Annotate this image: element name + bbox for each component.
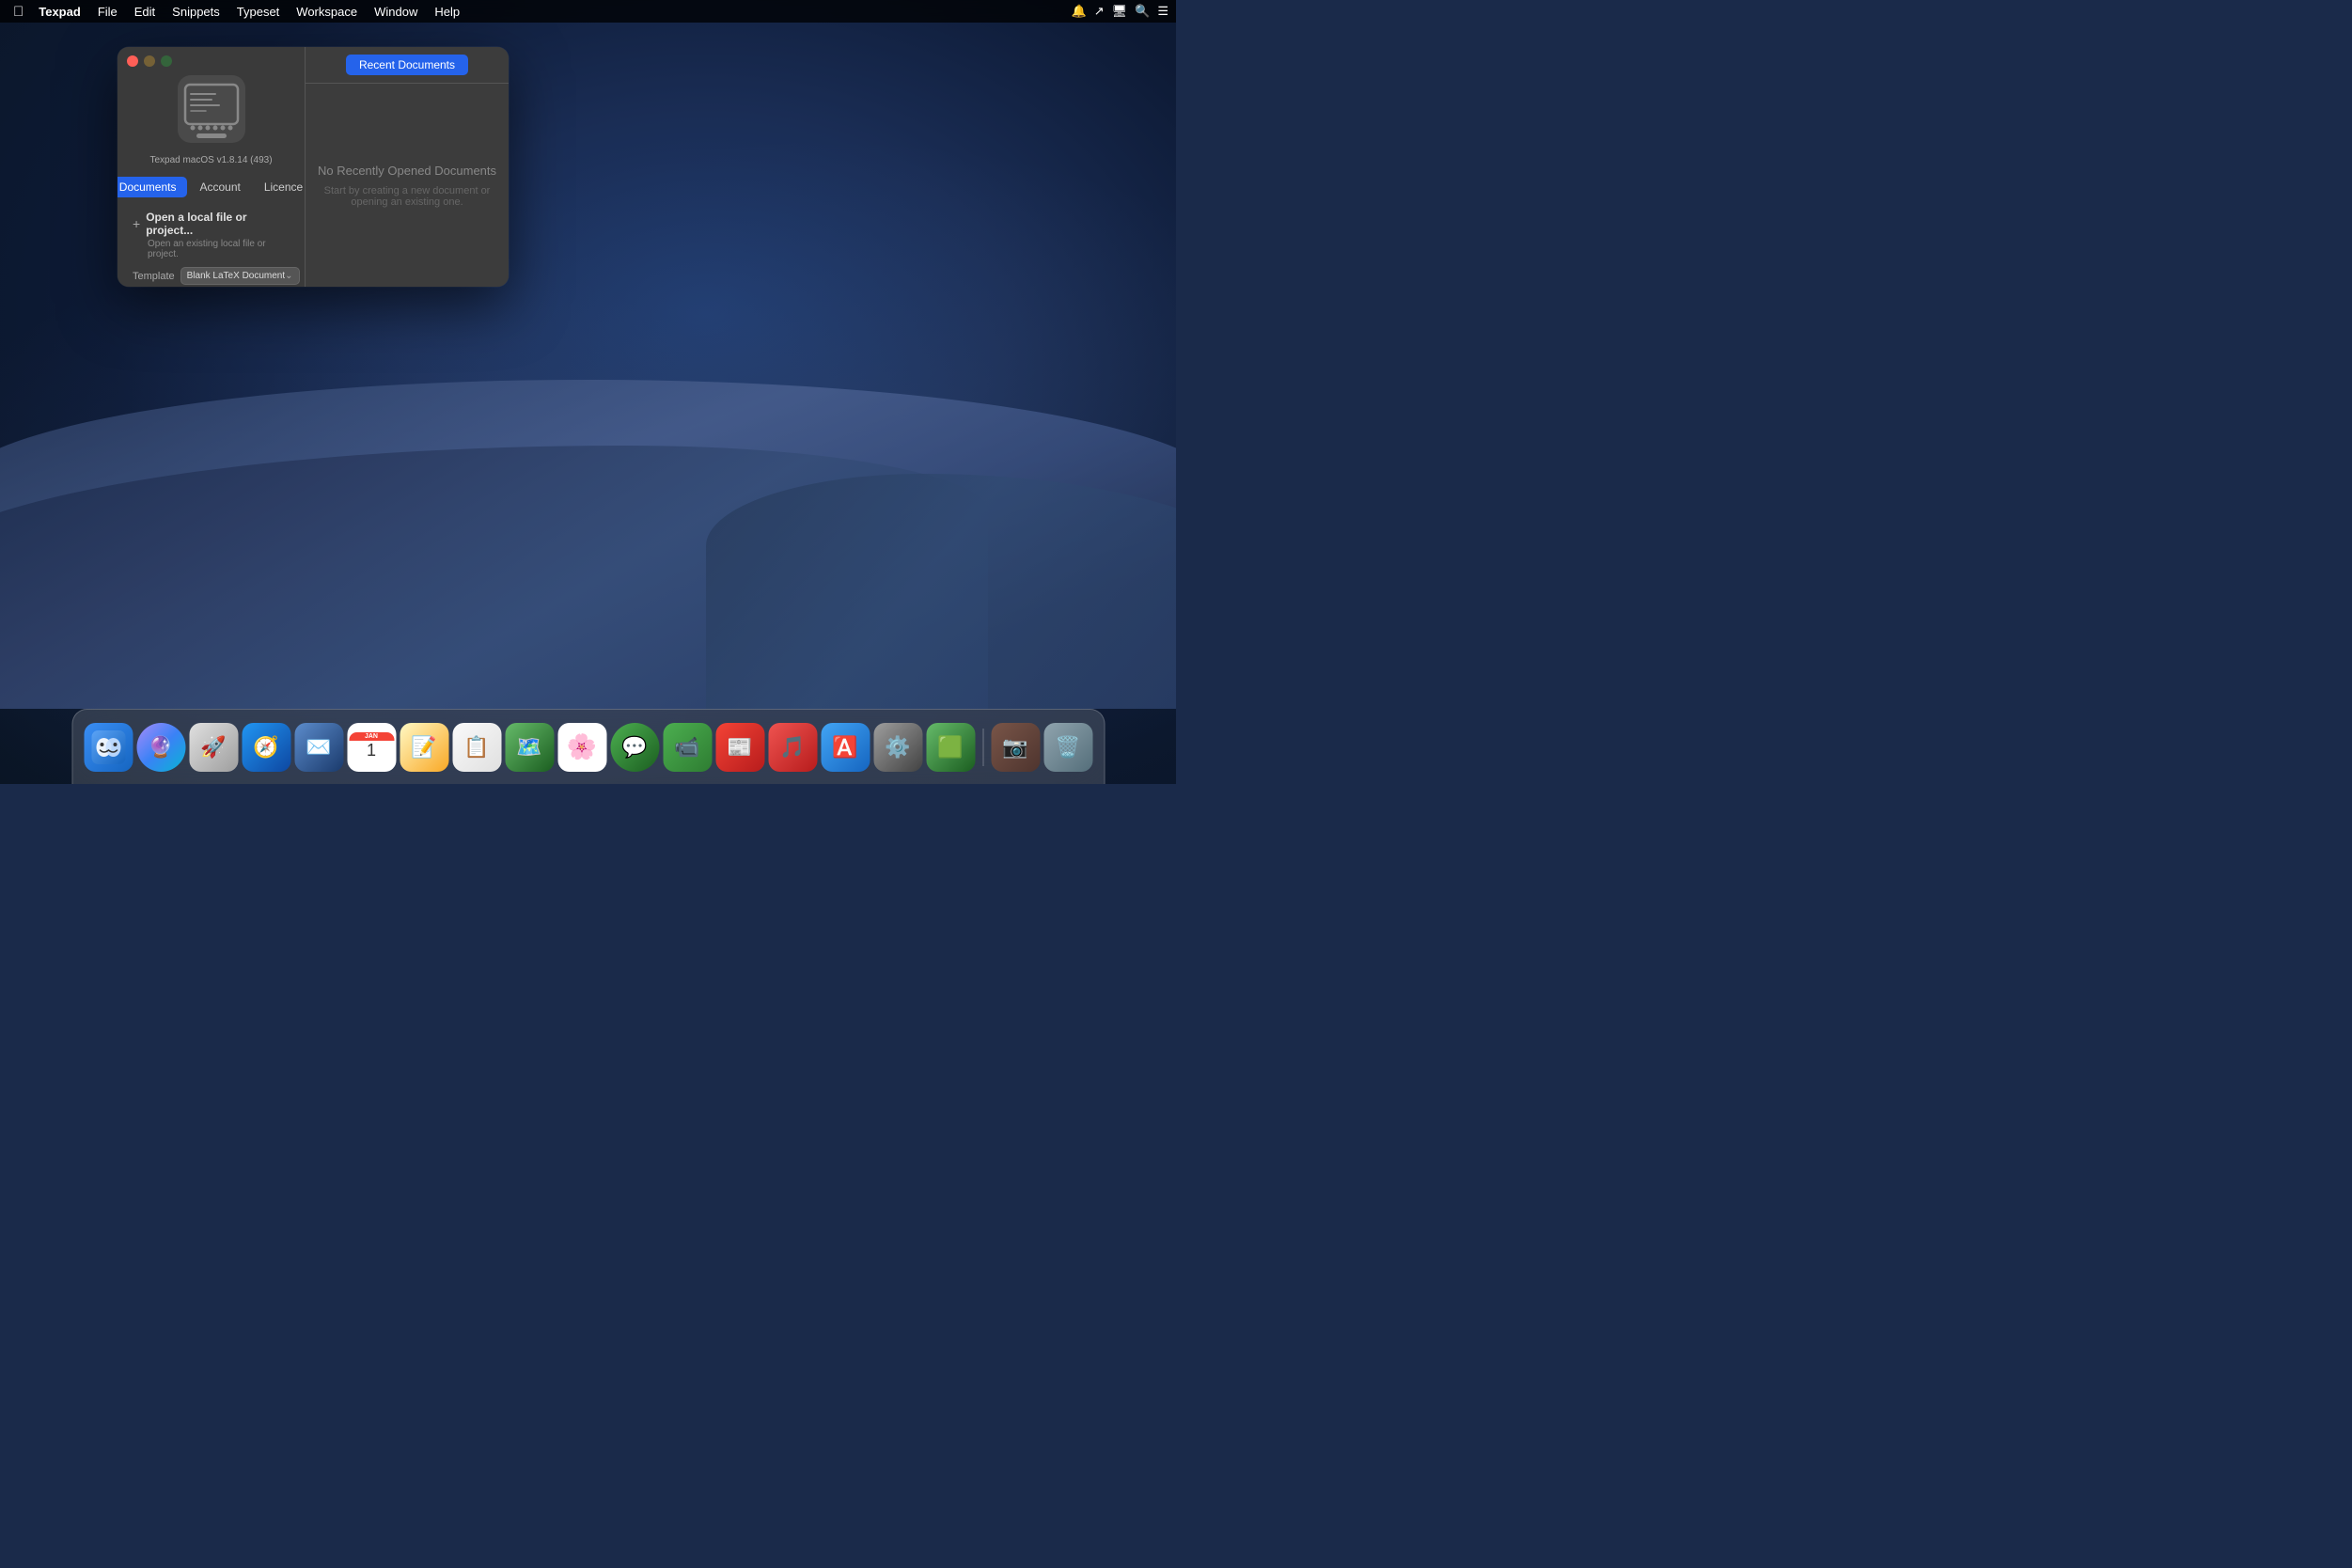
app-window: Texpad macOS v1.8.14 (493) Documents Acc… (118, 47, 509, 287)
menubar-app-name[interactable]: Texpad (31, 3, 88, 21)
template-label: Template (133, 271, 175, 282)
menubar-file[interactable]: File (90, 3, 125, 21)
music-icon: 🎵 (779, 735, 805, 760)
right-panel: Recent Documents No Recently Opened Docu… (306, 47, 509, 287)
dock: 🔮 🚀 🧭 ✉️ JAN 1 📝 📋 🗺️ 🌸 💬 📹 📰 (71, 709, 1105, 784)
open-local-action: + Open a local file or project... Open a… (133, 211, 290, 259)
dock-item-maps[interactable]: 🗺️ (505, 723, 554, 772)
facetime-icon: 📹 (674, 735, 699, 760)
menu-icon[interactable]: ☰ (1157, 4, 1168, 19)
maps-icon: 🗺️ (516, 735, 541, 760)
dock-separator (982, 729, 983, 766)
dock-item-reminders[interactable]: 📋 (452, 723, 501, 772)
menubar-edit[interactable]: Edit (127, 3, 163, 21)
tab-account[interactable]: Account (188, 177, 251, 197)
tabs: Documents Account Licence (118, 177, 314, 197)
dock-item-messages[interactable]: 💬 (610, 723, 659, 772)
template-row: Template Blank LaTeX Document ⌄ (133, 267, 290, 285)
template-select[interactable]: Blank LaTeX Document ⌄ (180, 267, 300, 285)
menubar-typeset[interactable]: Typeset (229, 3, 288, 21)
dock-item-photos[interactable]: 🌸 (557, 723, 606, 772)
finder-icon (91, 730, 125, 764)
dock-item-appstore[interactable]: 🅰️ (821, 723, 870, 772)
dock-item-system-preferences[interactable]: ⚙️ (873, 723, 922, 772)
calendar-day: 1 (367, 741, 376, 761)
menubar-window[interactable]: Window (367, 3, 425, 21)
recent-documents-area: No Recently Opened Documents Start by cr… (306, 84, 509, 287)
open-local-title-row[interactable]: + Open a local file or project... (133, 211, 290, 237)
calendar-month: JAN (349, 732, 394, 741)
launchpad-icon: 🚀 (200, 735, 226, 760)
menubar-right: 🔔 ↗ 🖥 🔍 ☰ (1072, 4, 1168, 19)
dock-item-tableplus[interactable]: 🟩 (926, 723, 975, 772)
menubar:  Texpad File Edit Snippets Typeset Work… (0, 0, 1176, 23)
dock-item-launchpad[interactable]: 🚀 (189, 723, 238, 772)
open-local-subtitle: Open an existing local file or project. (133, 239, 290, 259)
siri-icon: 🔮 (148, 735, 173, 760)
safari-icon: 🧭 (253, 735, 278, 760)
dock-item-trash[interactable]: 🗑️ (1043, 723, 1092, 772)
notification-icon[interactable]: 🔔 (1072, 4, 1087, 19)
chevron-down-icon: ⌄ (285, 271, 292, 281)
traffic-lights (127, 55, 172, 67)
open-plus-icon: + (133, 216, 140, 231)
menubar-help[interactable]: Help (427, 3, 467, 21)
template-value: Blank LaTeX Document (187, 271, 286, 281)
sysprefs-icon: ⚙️ (885, 735, 910, 760)
menubar-workspace[interactable]: Workspace (289, 3, 365, 21)
mail-icon: ✉️ (306, 735, 331, 760)
no-docs-title: No Recently Opened Documents (318, 164, 496, 178)
dock-item-calendar[interactable]: JAN 1 (347, 723, 396, 772)
dock-item-photo-booth[interactable]: 📷 (991, 723, 1040, 772)
appstore-icon: 🅰️ (832, 735, 857, 760)
right-header: Recent Documents (306, 47, 509, 84)
dock-item-safari[interactable]: 🧭 (242, 723, 290, 772)
notes-icon: 📝 (411, 735, 436, 760)
pointer-icon[interactable]: ↗ (1094, 4, 1105, 19)
tab-documents[interactable]: Documents (118, 177, 187, 197)
no-docs-subtitle: Start by creating a new document or open… (322, 185, 492, 208)
tableplus-icon: 🟩 (937, 735, 963, 760)
search-icon[interactable]: 🔍 (1135, 4, 1150, 19)
trash-icon: 🗑️ (1055, 735, 1080, 760)
dock-item-finder[interactable] (84, 723, 133, 772)
dock-item-notes[interactable]: 📝 (400, 723, 448, 772)
maximize-button[interactable] (161, 55, 172, 67)
display-icon[interactable]: 🖥 (1112, 4, 1128, 19)
menubar-snippets[interactable]: Snippets (165, 3, 227, 21)
reminders-icon: 📋 (463, 735, 489, 760)
dock-item-music[interactable]: 🎵 (768, 723, 817, 772)
dock-item-facetime[interactable]: 📹 (663, 723, 712, 772)
dune-3 (706, 474, 1176, 709)
app-version: Texpad macOS v1.8.14 (493) (149, 155, 272, 165)
photos-icon: 🌸 (567, 732, 597, 761)
open-local-label: Open a local file or project... (146, 211, 290, 237)
apple-menu[interactable]:  (8, 2, 29, 22)
dock-item-news[interactable]: 📰 (715, 723, 764, 772)
app-icon (178, 75, 245, 143)
messages-icon: 💬 (621, 735, 647, 760)
recent-documents-button[interactable]: Recent Documents (346, 55, 468, 75)
dock-item-siri[interactable]: 🔮 (136, 723, 185, 772)
left-panel: Texpad macOS v1.8.14 (493) Documents Acc… (118, 47, 306, 287)
dock-item-mail[interactable]: ✉️ (294, 723, 343, 772)
minimize-button[interactable] (144, 55, 155, 67)
close-button[interactable] (127, 55, 138, 67)
news-icon: 📰 (727, 735, 752, 760)
menubar-left:  Texpad File Edit Snippets Typeset Work… (8, 2, 467, 22)
photo-booth-icon: 📷 (1002, 735, 1027, 760)
app-icon-container (178, 75, 245, 148)
